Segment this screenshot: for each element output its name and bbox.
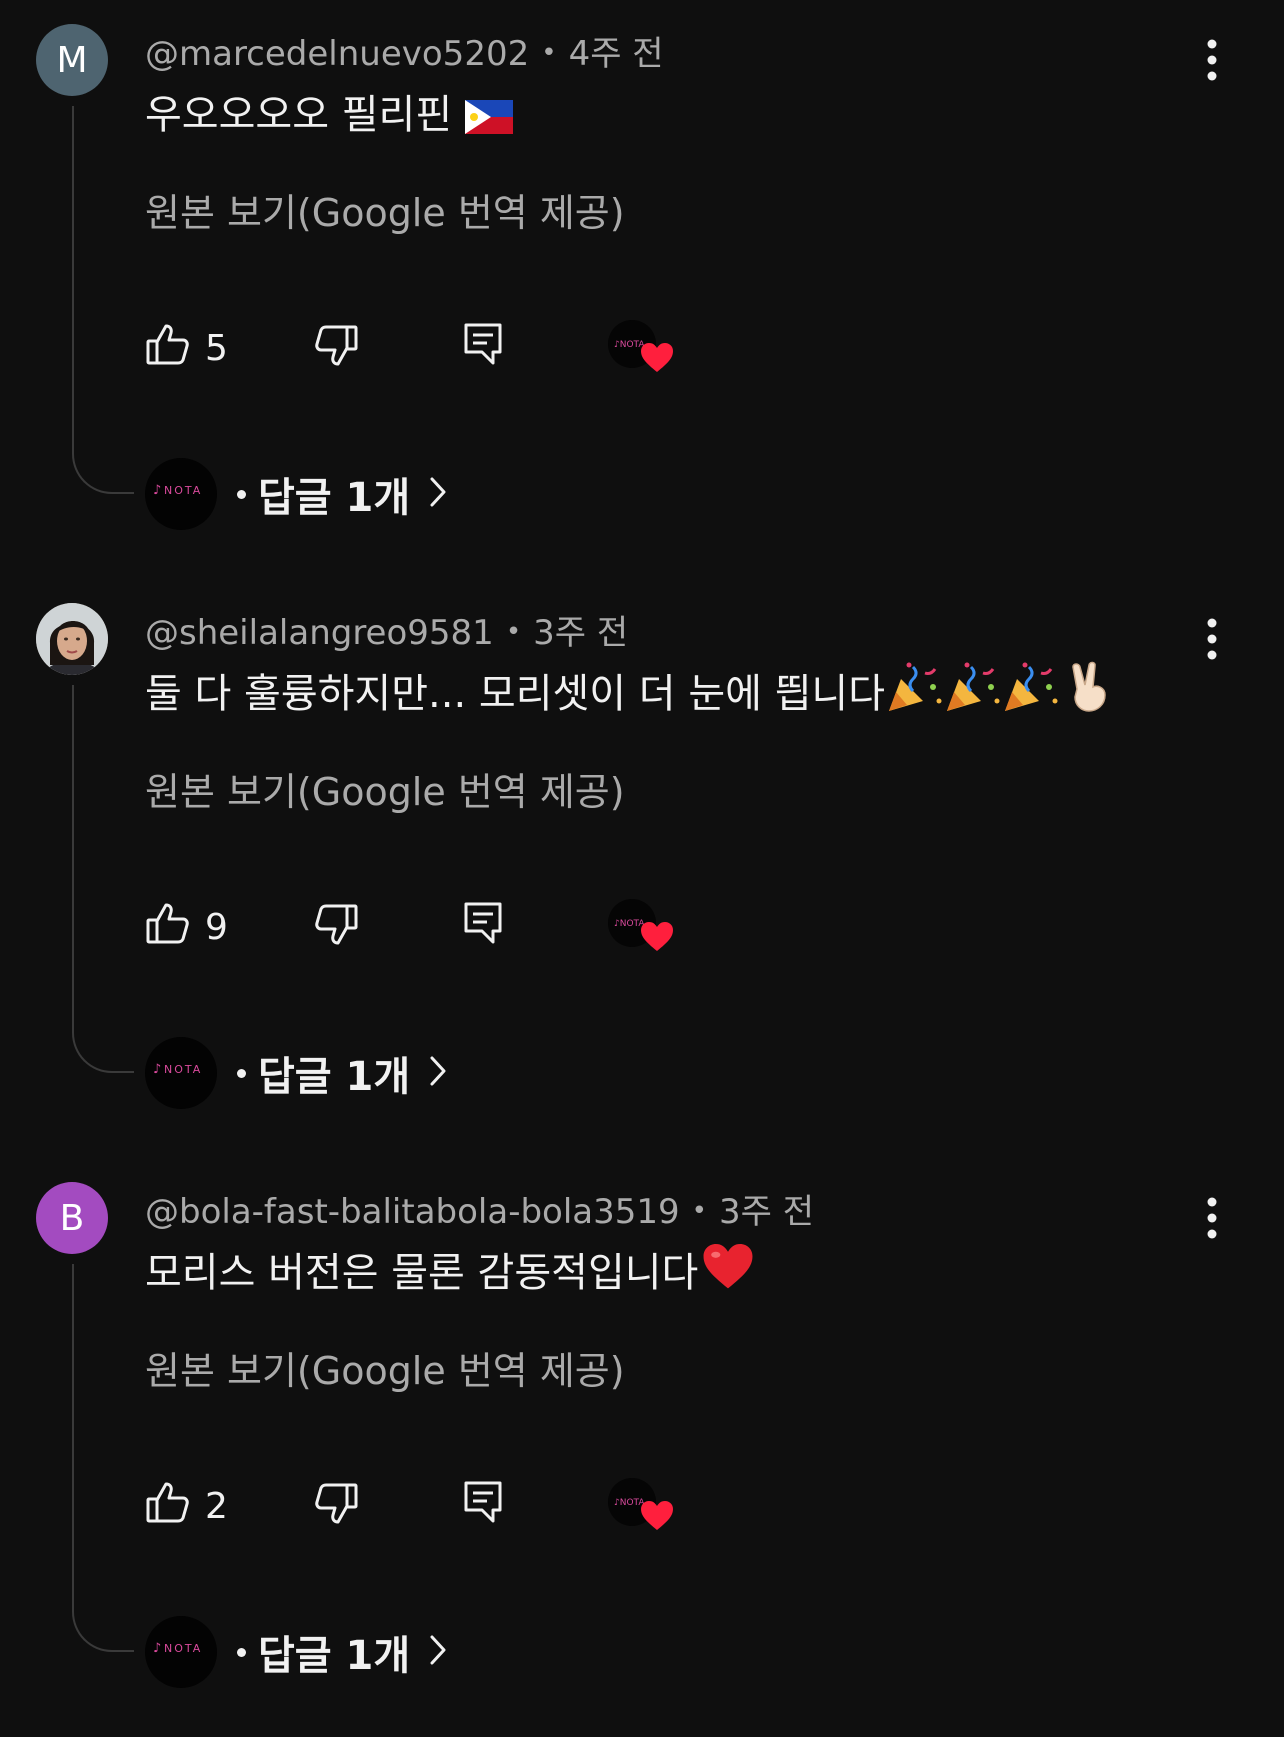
comment-meta: @marcedelnuevo5202 • 4주 전 [145,26,664,75]
heart-icon [640,342,674,378]
author-name[interactable]: @marcedelnuevo5202 [145,34,529,74]
reply-icon [463,323,503,370]
profile-photo [36,603,108,675]
creator-avatar: ♪ NOTA [145,458,217,530]
bullet-dot [237,1068,246,1078]
chevron-right-icon [428,475,448,513]
reply-icon [463,1481,503,1528]
author-name[interactable]: @sheilalangreo9581 [145,613,494,653]
creator-avatar: ♪ NOTA [145,1616,217,1688]
bullet-dot [237,1647,246,1657]
thumbs-down-icon [313,904,359,951]
replies-count-label: 답글 1개 [258,475,411,521]
thread-connector [72,685,134,1073]
avatar[interactable] [36,603,108,675]
dislike-button[interactable] [313,322,359,372]
creator-heart-badge: ♪NOTA [608,1478,678,1542]
replies-count-label: 답글 1개 [258,1633,411,1679]
reply-button[interactable] [463,901,503,949]
like-count: 5 [205,328,228,369]
more-options-icon[interactable] [1197,1194,1227,1244]
see-original-link[interactable]: 원본 보기(Google 번역 제공) [145,182,625,237]
comment-meta: @sheilalangreo9581 • 3주 전 [145,605,628,654]
comment-item: @sheilalangreo9581 • 3주 전 둘 다 훌륭하지만... 모리셋… [0,579,1284,1158]
view-replies-button[interactable]: ♪ NOTA 답글 1개 [145,458,448,530]
svg-text:♪: ♪ [153,1641,161,1656]
like-count: 9 [205,907,228,948]
comment-meta: @bola-fast-balitabola-bola3519 • 3주 전 [145,1184,814,1233]
see-original-link[interactable]: 원본 보기(Google 번역 제공) [145,761,625,816]
author-name[interactable]: @bola-fast-balitabola-bola3519 [145,1192,680,1232]
view-replies-button[interactable]: ♪ NOTA 답글 1개 [145,1616,448,1688]
view-replies-button[interactable]: ♪ NOTA 답글 1개 [145,1037,448,1109]
svg-text:♪: ♪ [153,1062,161,1077]
replies-count-label: 답글 1개 [258,1054,411,1100]
comment-text-body: 모리스 버전은 물론 감동적입니다 [145,1250,699,1296]
comment-time: 4주 전 [568,34,664,74]
thumbs-up-icon [145,903,191,951]
chevron-right-icon [428,1054,448,1092]
comment-text-body: 우오오오오 필리핀 [145,92,453,138]
reply-button[interactable] [463,322,503,370]
creator-avatar: ♪ NOTA [145,1037,217,1109]
thumbs-up-icon [145,324,191,372]
meta-separator: • [505,617,522,647]
more-options-icon[interactable] [1197,615,1227,665]
party-popper-icon [885,661,943,723]
like-count: 2 [205,1486,228,1527]
avatar[interactable]: M [36,24,108,96]
victory-hand-icon [1067,661,1111,723]
svg-text:NOTA: NOTA [164,484,202,497]
more-options-icon[interactable] [1197,36,1227,86]
svg-text:NOTA: NOTA [164,1642,202,1655]
heart-icon [640,1500,674,1536]
svg-text:♪: ♪ [153,483,161,498]
party-popper-icon [1001,661,1059,723]
thumbs-up-icon [145,1482,191,1530]
like-button[interactable] [145,1480,191,1530]
dislike-button[interactable] [313,901,359,951]
like-button[interactable] [145,322,191,372]
heart-icon [640,921,674,957]
chevron-right-icon [428,1633,448,1671]
dislike-button[interactable] [313,1480,359,1530]
philippines-flag-icon [464,98,513,144]
meta-separator: • [541,38,557,68]
thumbs-down-icon [313,325,359,372]
comment-text: 우오오오오 필리핀 [145,82,513,144]
thread-connector [72,106,134,494]
comment-text: 둘 다 훌륭하지만... 모리셋이 더 눈에 띕니다 [145,661,1111,723]
creator-heart-badge: ♪NOTA [608,899,678,963]
avatar-letter: M [56,39,88,81]
party-popper-icon [943,661,1001,723]
comment-item: B @bola-fast-balitabola-bola3519 • 3주 전 모리… [0,1158,1284,1737]
reply-button[interactable] [463,1480,503,1528]
like-button[interactable] [145,901,191,951]
creator-heart-badge: ♪NOTA [608,320,678,384]
comment-item: M @marcedelnuevo5202 • 4주 전 우오오오오 필리핀 원본 보… [0,0,1284,579]
bullet-dot [237,489,246,499]
avatar[interactable]: B [36,1182,108,1254]
red-heart-icon [702,1242,754,1302]
thread-connector [72,1264,134,1652]
comment-text-body: 둘 다 훌륭하지만... 모리셋이 더 눈에 띕니다 [145,671,886,717]
svg-text:NOTA: NOTA [164,1063,202,1076]
comment-time: 3주 전 [719,1192,814,1232]
meta-separator: • [691,1196,707,1226]
comment-text: 모리스 버전은 물론 감동적입니다 [145,1240,754,1302]
see-original-link[interactable]: 원본 보기(Google 번역 제공) [145,1340,625,1395]
avatar-letter: B [59,1197,85,1239]
comment-time: 3주 전 [533,613,629,653]
reply-icon [463,902,503,949]
thumbs-down-icon [313,1483,359,1530]
